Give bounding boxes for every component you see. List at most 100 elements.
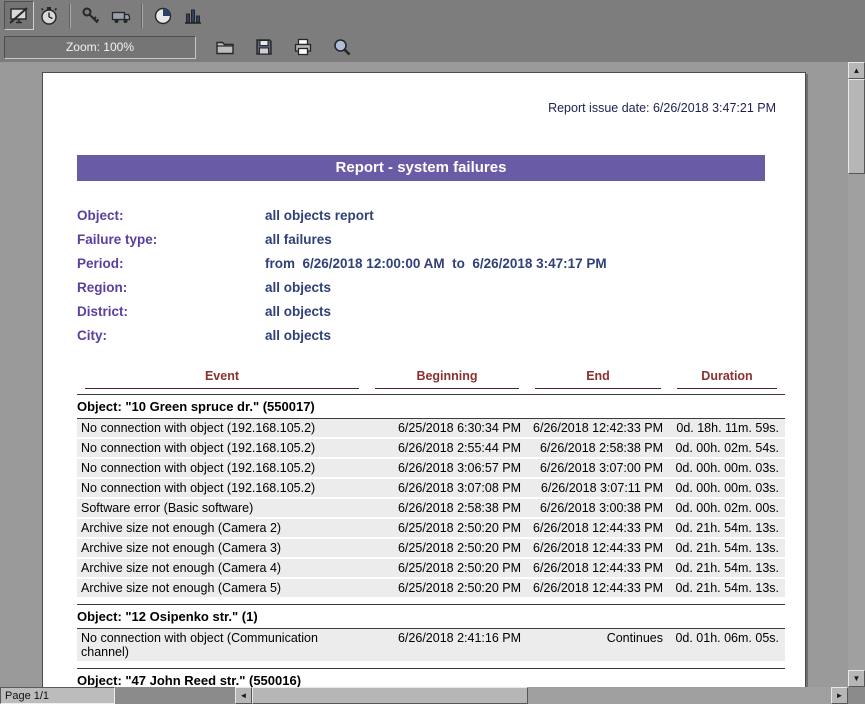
table-cell: 6/26/2018 12:44:33 PM xyxy=(527,558,669,578)
toolbar-separator xyxy=(141,4,143,28)
field-value: all objects report xyxy=(265,208,374,224)
table-cell: 6/26/2018 2:55:44 PM xyxy=(367,438,527,458)
preview-icon xyxy=(331,36,353,58)
table-cell: 6/26/2018 12:44:33 PM xyxy=(527,538,669,558)
group-header-row: Object: "10 Green spruce dr." (550017) xyxy=(77,395,785,419)
field-value: all objects xyxy=(265,280,331,296)
table-cell: Archive size not enough (Camera 3) xyxy=(77,538,367,558)
table-row: No connection with object (Communication… xyxy=(77,629,785,663)
toolbar-button-clock[interactable] xyxy=(148,1,178,30)
toolbar-button-vehicle[interactable] xyxy=(106,1,136,30)
toolbar-button-chart[interactable] xyxy=(178,1,208,30)
arrow-down-icon: ▼ xyxy=(853,674,861,683)
field-row: Failure type:all failures xyxy=(77,232,805,248)
table-cell: 0d. 00h. 02m. 00s. xyxy=(669,498,785,518)
field-row: Region:all objects xyxy=(77,280,805,296)
table-cell: No connection with object (192.168.105.2… xyxy=(77,438,367,458)
table-cell: 0d. 00h. 00m. 03s. xyxy=(669,458,785,478)
toolbar-button-display[interactable] xyxy=(4,1,34,30)
table-row: No connection with object (192.168.105.2… xyxy=(77,438,785,458)
table-cell: 6/25/2018 2:50:20 PM xyxy=(367,538,527,558)
save-icon xyxy=(253,36,275,58)
field-row: District:all objects xyxy=(77,304,805,320)
table-cell: 6/25/2018 2:50:20 PM xyxy=(367,558,527,578)
group-title: Object: "12 Osipenko str." (1) xyxy=(77,605,785,629)
table-cell: No connection with object (192.168.105.2… xyxy=(77,458,367,478)
table-cell: 6/26/2018 2:58:38 PM xyxy=(367,498,527,518)
field-value: all failures xyxy=(265,232,332,248)
report-viewer-window: Zoom: 100% xyxy=(0,0,865,704)
toolbar-row-1 xyxy=(0,0,865,31)
toolbar: Zoom: 100% xyxy=(0,0,865,62)
table-row: Software error (Basic software)6/26/2018… xyxy=(77,498,785,518)
print-icon xyxy=(292,36,314,58)
field-label: District: xyxy=(77,304,265,320)
horizontal-scroll-track[interactable] xyxy=(528,687,831,704)
field-label: City: xyxy=(77,328,265,344)
status-bar: Page 1/1 ◄ ► xyxy=(0,687,848,704)
scroll-down-button[interactable]: ▼ xyxy=(848,670,865,687)
arrow-up-icon: ▲ xyxy=(853,66,861,75)
column-header-event: Event xyxy=(77,367,367,389)
scroll-up-button[interactable]: ▲ xyxy=(848,62,865,79)
table-row: Archive size not enough (Camera 2)6/25/2… xyxy=(77,518,785,538)
zoom-control[interactable]: Zoom: 100% xyxy=(4,36,196,59)
table-cell: Archive size not enough (Camera 2) xyxy=(77,518,367,538)
vertical-scrollbar[interactable]: ▲ ▼ xyxy=(848,62,865,687)
arrow-right-icon: ► xyxy=(836,691,844,700)
field-label: Object: xyxy=(77,208,265,224)
table-cell: 6/26/2018 3:00:38 PM xyxy=(527,498,669,518)
stopwatch-icon xyxy=(38,5,60,27)
horizontal-scroll-thumb[interactable] xyxy=(252,687,528,704)
report-page: Report issue date: 6/26/2018 3:47:21 PM … xyxy=(42,72,806,687)
table-row: No connection with object (192.168.105.2… xyxy=(77,419,785,439)
toolbar-button-key[interactable] xyxy=(76,1,106,30)
table-row: No connection with object (192.168.105.2… xyxy=(77,458,785,478)
field-label: Period: xyxy=(77,256,265,272)
vertical-scroll-track[interactable] xyxy=(848,174,865,670)
table-cell: Continues xyxy=(527,629,669,663)
table-cell: 0d. 18h. 11m. 59s. xyxy=(669,419,785,439)
table-cell: Archive size not enough (Camera 5) xyxy=(77,578,367,598)
table-cell: 6/26/2018 12:44:33 PM xyxy=(527,518,669,538)
preview-button[interactable] xyxy=(327,32,357,61)
field-row: Period:from 6/26/2018 12:00:00 AM to 6/2… xyxy=(77,256,805,272)
table-cell: 6/26/2018 3:06:57 PM xyxy=(367,458,527,478)
print-button[interactable] xyxy=(288,32,318,61)
table-cell: 6/25/2018 6:30:34 PM xyxy=(367,419,527,439)
group-header-row: Object: "47 John Reed str." (550016) xyxy=(77,669,785,688)
group-header-row: Object: "12 Osipenko str." (1) xyxy=(77,605,785,629)
table-cell: 6/26/2018 2:58:38 PM xyxy=(527,438,669,458)
clock-icon xyxy=(152,5,174,27)
vertical-scroll-thumb[interactable] xyxy=(848,79,865,174)
table-row: Archive size not enough (Camera 4)6/25/2… xyxy=(77,558,785,578)
zoom-label: Zoom: 100% xyxy=(66,40,134,54)
table-cell: 6/25/2018 2:50:20 PM xyxy=(367,518,527,538)
scrollbar-corner xyxy=(848,687,865,704)
group-title: Object: "47 John Reed str." (550016) xyxy=(77,669,785,688)
table-cell: 6/26/2018 3:07:00 PM xyxy=(527,458,669,478)
table-cell: 6/26/2018 12:42:33 PM xyxy=(527,419,669,439)
table-cell: No connection with object (192.168.105.2… xyxy=(77,419,367,439)
toolbar-button-stopwatch[interactable] xyxy=(34,1,64,30)
report-issue-date: Report issue date: 6/26/2018 3:47:21 PM xyxy=(43,101,776,115)
statusbar-gap xyxy=(115,687,235,704)
table-cell: 0d. 00h. 00m. 03s. xyxy=(669,478,785,498)
scroll-right-button[interactable]: ► xyxy=(831,687,848,704)
table-cell: 6/26/2018 3:07:08 PM xyxy=(367,478,527,498)
report-table: Event Beginning End Duration Object: "10… xyxy=(77,367,785,687)
folder-icon xyxy=(214,36,236,58)
table-cell: 0d. 21h. 54m. 13s. xyxy=(669,558,785,578)
field-row: City:all objects xyxy=(77,328,805,344)
column-header-beginning: Beginning xyxy=(367,367,527,389)
open-button[interactable] xyxy=(210,32,240,61)
save-button[interactable] xyxy=(249,32,279,61)
page-indicator: Page 1/1 xyxy=(0,687,115,704)
group-title: Object: "10 Green spruce dr." (550017) xyxy=(77,395,785,419)
scroll-left-button[interactable]: ◄ xyxy=(235,687,252,704)
horizontal-scrollbar[interactable]: ◄ ► xyxy=(235,687,848,704)
table-cell: 6/25/2018 2:50:20 PM xyxy=(367,578,527,598)
report-table-body: Object: "10 Green spruce dr." (550017)No… xyxy=(77,389,785,687)
field-value: all objects xyxy=(265,304,331,320)
toolbar-row-2: Zoom: 100% xyxy=(0,31,865,62)
